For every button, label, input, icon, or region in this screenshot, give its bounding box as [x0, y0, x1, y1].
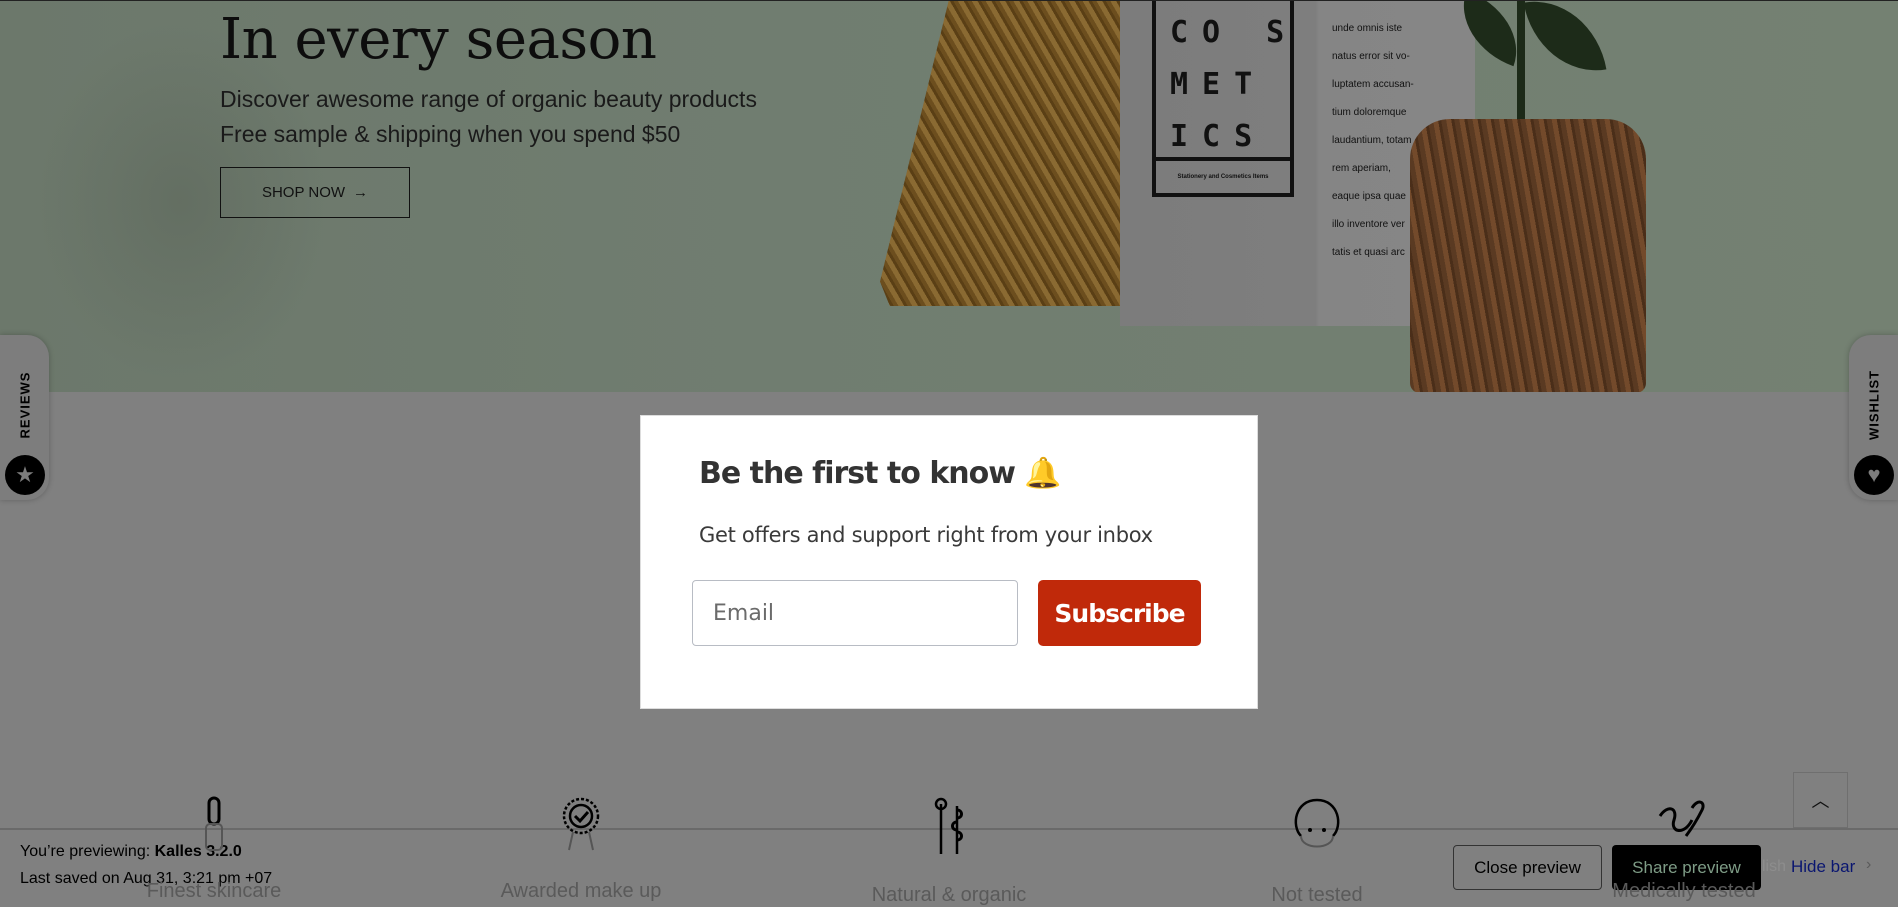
heart-icon: ♥: [1854, 455, 1894, 495]
hero-title: In every season: [220, 7, 657, 72]
reviews-tab[interactable]: REVIEWS ★: [0, 335, 49, 500]
previewing-prefix: You’re previewing:: [20, 843, 155, 860]
product-image-soil: [1410, 119, 1646, 392]
box-text-line: tium doloremque: [1332, 107, 1407, 118]
chevron-right-icon: ›: [1866, 856, 1872, 873]
share-preview-button[interactable]: Share preview: [1612, 845, 1761, 890]
publish-button-partial[interactable]: lish: [1762, 858, 1786, 876]
preview-bar: You’re previewing: Kalles 3.2.0 Last sav…: [0, 828, 1898, 900]
wishlist-label: WISHLIST: [1866, 369, 1881, 441]
product-image-cone: [880, 1, 1125, 306]
box-text-line: tatis et quasi arc: [1332, 247, 1405, 258]
popup-subtitle: Get offers and support right from your i…: [699, 523, 1153, 547]
previewing-text: You’re previewing: Kalles 3.2.0: [20, 843, 242, 861]
box-text-line: natus error sit vo-: [1332, 51, 1410, 62]
star-icon: ★: [5, 455, 45, 495]
reviews-label: REVIEWS: [17, 371, 32, 439]
wishlist-tab[interactable]: WISHLIST ♥: [1849, 335, 1898, 500]
plant-stem: [1517, 1, 1525, 131]
box-label: CO S MET ICS Stationery and Cosmetics It…: [1152, 1, 1294, 197]
email-input[interactable]: [692, 580, 1018, 646]
hero-subtitle-2: Free sample & shipping when you spend $5…: [220, 121, 681, 147]
theme-name: Kalles 3.2.0: [154, 843, 242, 860]
box-letters: CO S MET ICS: [1170, 15, 1299, 154]
shop-now-button[interactable]: SHOP NOW →: [220, 167, 410, 218]
box-footer: Stationery and Cosmetics Items: [1156, 157, 1290, 193]
shop-now-label: SHOP NOW: [261, 184, 346, 201]
hero-banner: In every season Discover awesome range o…: [0, 0, 1898, 392]
box-text-line: rem aperiam,: [1332, 163, 1391, 174]
box-text-line: illo inventore ver: [1332, 219, 1405, 230]
box-text-line: luptatem accusan-: [1332, 79, 1414, 90]
last-saved-text: Last saved on Aug 31, 3:21 pm +07: [20, 870, 273, 887]
plant-leaf: [1523, 1, 1607, 82]
box-text-line: laudantium, totam: [1332, 135, 1412, 146]
chevron-up-icon: ︿: [1811, 791, 1830, 811]
close-preview-button[interactable]: Close preview: [1453, 845, 1602, 890]
newsletter-popup: Be the first to know 🔔 Get offers and su…: [640, 415, 1258, 709]
box-text-line: eaque ipsa quae: [1332, 191, 1406, 202]
arrow-right-icon: →: [353, 184, 369, 201]
subscribe-button[interactable]: Subscribe: [1038, 580, 1201, 646]
popup-title: Be the first to know 🔔: [699, 456, 1062, 491]
box-text-line: unde omnis iste: [1332, 23, 1403, 34]
hide-bar-link[interactable]: Hide bar: [1791, 857, 1855, 877]
hero-subtitle: Discover awesome range of organic beauty…: [220, 86, 757, 112]
box-text: unde omnis iste natus error sit vo-luptat…: [1332, 15, 1414, 267]
back-to-top-button[interactable]: ︿: [1793, 772, 1848, 828]
